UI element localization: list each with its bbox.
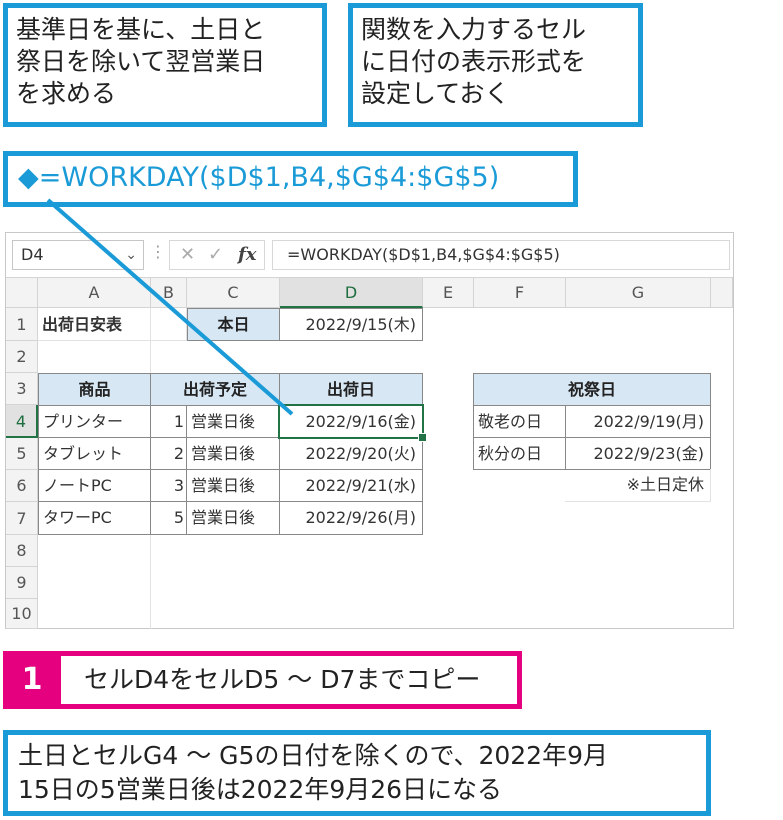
step-instruction: セルD4をセルD5 〜 D7までコピー [55,651,522,709]
cell-c7[interactable]: 営業日後 [186,501,280,535]
callout-format-line-1: 関数を入力するセル [361,15,587,44]
cell-d5[interactable]: 2022/9/20(火) [279,437,423,470]
cell-a3[interactable]: 商品 [38,373,151,406]
row-header-10[interactable]: 10 [6,599,38,629]
cell-f3[interactable]: 祝祭日 [473,373,711,406]
callout-format: 関数を入力するセル に日付の表示形式を 設定しておく [348,3,643,127]
name-box[interactable]: D4 ⌄ [12,240,144,270]
column-header-h[interactable] [711,278,733,308]
row-header-1[interactable]: 1 [6,308,38,341]
function-icon[interactable]: fx [238,241,256,269]
column-header-f[interactable]: F [474,278,566,308]
cell-a1[interactable]: 出荷日安表 [38,308,151,341]
cell-d4[interactable]: 2022/9/16(金) [279,405,423,438]
cell-b7[interactable]: 5 [150,501,187,535]
cell-b3[interactable]: 出荷予定 [150,373,280,406]
row-header-6[interactable]: 6 [6,470,38,502]
step-number-badge: 1 [3,651,61,709]
callout-purpose-line-2: 祭日を除いて翌営業日 [16,47,266,76]
cell-b5[interactable]: 2 [150,437,187,470]
cell-c4[interactable]: 営業日後 [186,405,280,438]
cell-g6[interactable]: ※土日定休 [565,469,711,502]
cell-g4[interactable]: 2022/9/19(月) [565,405,711,438]
formula-input[interactable]: =WORKDAY($D$1,B4,$G$4:$G$5) [272,240,730,270]
cell-f5[interactable]: 秋分の日 [473,437,566,470]
chevron-down-icon[interactable]: ⌄ [125,241,137,269]
column-header-e[interactable]: E [423,278,474,308]
cell-g5[interactable]: 2022/9/23(金) [565,437,711,470]
callout-purpose-line-3: を求める [16,79,117,108]
callout-format-line-3: 設定しておく [361,79,510,108]
note-line-2: 15日の5営業日後は2022年9月26日になる [18,775,503,804]
cell-a7[interactable]: タワーPC [38,501,151,535]
cell-d3[interactable]: 出荷日 [279,373,423,406]
explanation-note: 土日とセルG4 〜 G5の日付を除くので、2022年9月 15日の5営業日後は2… [3,730,711,816]
diamond-icon: ◆ [18,162,39,193]
cell-d7[interactable]: 2022/9/26(月) [279,501,423,535]
formula-bar: D4 ⌄ ⋮ ✕ ✓ fx =WORKDAY($D$1,B4,$G$4:$G$5… [6,233,733,278]
column-header-a[interactable]: A [38,278,151,308]
enter-icon[interactable]: ✓ [208,241,223,269]
cancel-icon[interactable]: ✕ [180,241,195,269]
row-header-2[interactable]: 2 [6,341,38,373]
row-header-3[interactable]: 3 [6,373,38,405]
note-line-1: 土日とセルG4 〜 G5の日付を除くので、2022年9月 [18,741,608,770]
callout-format-line-2: に日付の表示形式を [361,47,587,76]
formula-callout: ◆=WORKDAY($D$1,B4,$G$4:$G$5) [3,151,578,207]
row-header-4[interactable]: 4 [6,405,38,438]
formula-callout-text: =WORKDAY($D$1,B4,$G$4:$G$5) [38,162,500,193]
cell-a4[interactable]: プリンター [38,405,151,438]
callout-purpose-line-1: 基準日を基に、土日と [16,15,266,44]
spreadsheet-window: D4 ⌄ ⋮ ✕ ✓ fx =WORKDAY($D$1,B4,$G$4:$G$5… [5,232,734,629]
cell-c5[interactable]: 営業日後 [186,437,280,470]
column-header-g[interactable]: G [566,278,711,308]
column-header-d[interactable]: D [280,278,423,308]
cell-c6[interactable]: 営業日後 [186,469,280,502]
formula-buttons: ✕ ✓ fx [169,240,265,270]
row-header-9[interactable]: 9 [6,567,38,599]
select-all-corner[interactable] [6,278,38,308]
column-header-c[interactable]: C [187,278,280,308]
name-box-value: D4 [21,245,44,264]
cell-b4[interactable]: 1 [150,405,187,438]
row-header-7[interactable]: 7 [6,502,38,535]
cell-a6[interactable]: ノートPC [38,469,151,502]
cell-b6[interactable]: 3 [150,469,187,502]
cell-d1[interactable]: 2022/9/15(木) [279,308,423,341]
column-header-b[interactable]: B [151,278,187,308]
cell-b1[interactable] [151,308,187,341]
cell-c1[interactable]: 本日 [187,308,280,341]
step-instruction-text: セルD4をセルD5 〜 D7までコピー [84,665,481,694]
cell-d6[interactable]: 2022/9/21(水) [279,469,423,502]
row-header-8[interactable]: 8 [6,535,38,567]
callout-purpose: 基準日を基に、土日と 祭日を除いて翌営業日 を求める [3,3,327,127]
vertical-dots-icon: ⋮ [150,242,166,261]
cell-f4[interactable]: 敬老の日 [473,405,566,438]
cell-a5[interactable]: タブレット [38,437,151,470]
row-header-5[interactable]: 5 [6,438,38,470]
